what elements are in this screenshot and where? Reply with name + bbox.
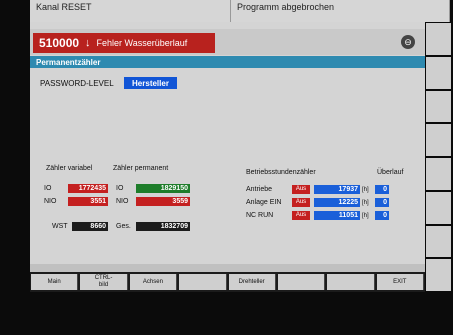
- permanent-counter-header: Zähler permanent: [113, 165, 169, 172]
- vertical-softkey[interactable]: [426, 23, 451, 55]
- alarm-row: 510000 ↓ Fehler Wasserüberlauf ⊖: [30, 29, 425, 55]
- alarm-ack-icon[interactable]: ⊖: [401, 35, 415, 49]
- horizontal-softkeys: Main CTRL- bild Achsen Drehteller EXIT: [30, 272, 425, 292]
- hmi-screen: 510000 ↓ Fehler Wasserüberlauf ⊖ Permane…: [30, 22, 425, 292]
- vertical-softkey[interactable]: [426, 56, 451, 89]
- softkey-achsen[interactable]: Achsen: [129, 274, 178, 290]
- hours-row-label: Anlage EIN: [246, 199, 282, 206]
- alarm-banner[interactable]: 510000 ↓ Fehler Wasserüberlauf: [33, 33, 215, 53]
- status-line: [30, 264, 425, 272]
- alarm-text: Fehler Wasserüberlauf: [96, 38, 188, 48]
- nio-variable-value: 3551: [68, 197, 108, 206]
- alarm-number: 510000: [39, 36, 80, 50]
- vertical-softkey[interactable]: [426, 259, 451, 291]
- ges-label: Ges.: [116, 223, 131, 230]
- nio-permanent-value: 3559: [136, 197, 190, 206]
- hours-unit: [h]: [362, 213, 369, 219]
- password-level-label: PASSWORD-LEVEL: [40, 79, 114, 88]
- hours-aus-badge[interactable]: Aus: [292, 198, 310, 207]
- nio-perm-label: NIO: [116, 198, 129, 205]
- hours-aus-badge[interactable]: Aus: [292, 185, 310, 194]
- vertical-softkey[interactable]: [426, 90, 451, 123]
- hours-value: 11051: [314, 211, 360, 220]
- io-variable-value: 1772435: [68, 184, 108, 193]
- vertical-softkey[interactable]: [426, 225, 451, 258]
- operating-hours-header: Betriebsstundenzähler: [246, 169, 316, 176]
- variable-counter-header: Zähler variabel: [46, 165, 93, 172]
- hours-overflow: 0: [375, 185, 389, 194]
- softkey-main[interactable]: Main: [31, 274, 79, 290]
- program-status: Programm abgebrochen: [231, 0, 450, 22]
- io-label: IO: [44, 185, 52, 192]
- nio-label: NIO: [44, 198, 57, 205]
- hours-unit: [h]: [362, 187, 369, 193]
- hours-value: 12225: [314, 198, 360, 207]
- hours-row-label: NC RUN: [246, 212, 274, 219]
- hours-row-label: Antriebe: [246, 186, 273, 193]
- softkey-exit[interactable]: EXIT: [376, 274, 424, 290]
- vertical-softkey[interactable]: [426, 191, 451, 224]
- password-level-value[interactable]: Hersteller: [124, 77, 177, 89]
- channel-status: Kanal RESET: [30, 0, 231, 22]
- hours-overflow: 0: [375, 198, 389, 207]
- softkey-empty[interactable]: [327, 274, 375, 290]
- io-permanent-value: 1829150: [136, 184, 190, 193]
- hours-aus-badge[interactable]: Aus: [292, 211, 310, 220]
- softkey-drehteller[interactable]: Drehteller: [228, 274, 276, 290]
- ges-value: 1832709: [136, 222, 190, 231]
- page-title: Permanentzähler: [30, 56, 425, 68]
- vertical-softkeys: [426, 22, 451, 292]
- vertical-softkey[interactable]: [426, 158, 451, 190]
- overflow-header: Überlauf: [377, 169, 404, 176]
- softkey-ctrl-bild[interactable]: CTRL- bild: [80, 274, 128, 290]
- hours-unit: [h]: [362, 200, 369, 206]
- io-perm-label: IO: [116, 185, 124, 192]
- alarm-arrow-icon: ↓: [85, 37, 91, 49]
- wst-label: WST: [52, 223, 68, 230]
- top-status-bar: Kanal RESET Programm abgebrochen: [30, 0, 450, 22]
- vertical-softkey[interactable]: [426, 124, 451, 156]
- hours-overflow: 0: [375, 211, 389, 220]
- softkey-empty[interactable]: [277, 274, 326, 290]
- softkey-empty[interactable]: [179, 274, 227, 290]
- hours-value: 17937: [314, 185, 360, 194]
- wst-value: 8660: [72, 222, 108, 231]
